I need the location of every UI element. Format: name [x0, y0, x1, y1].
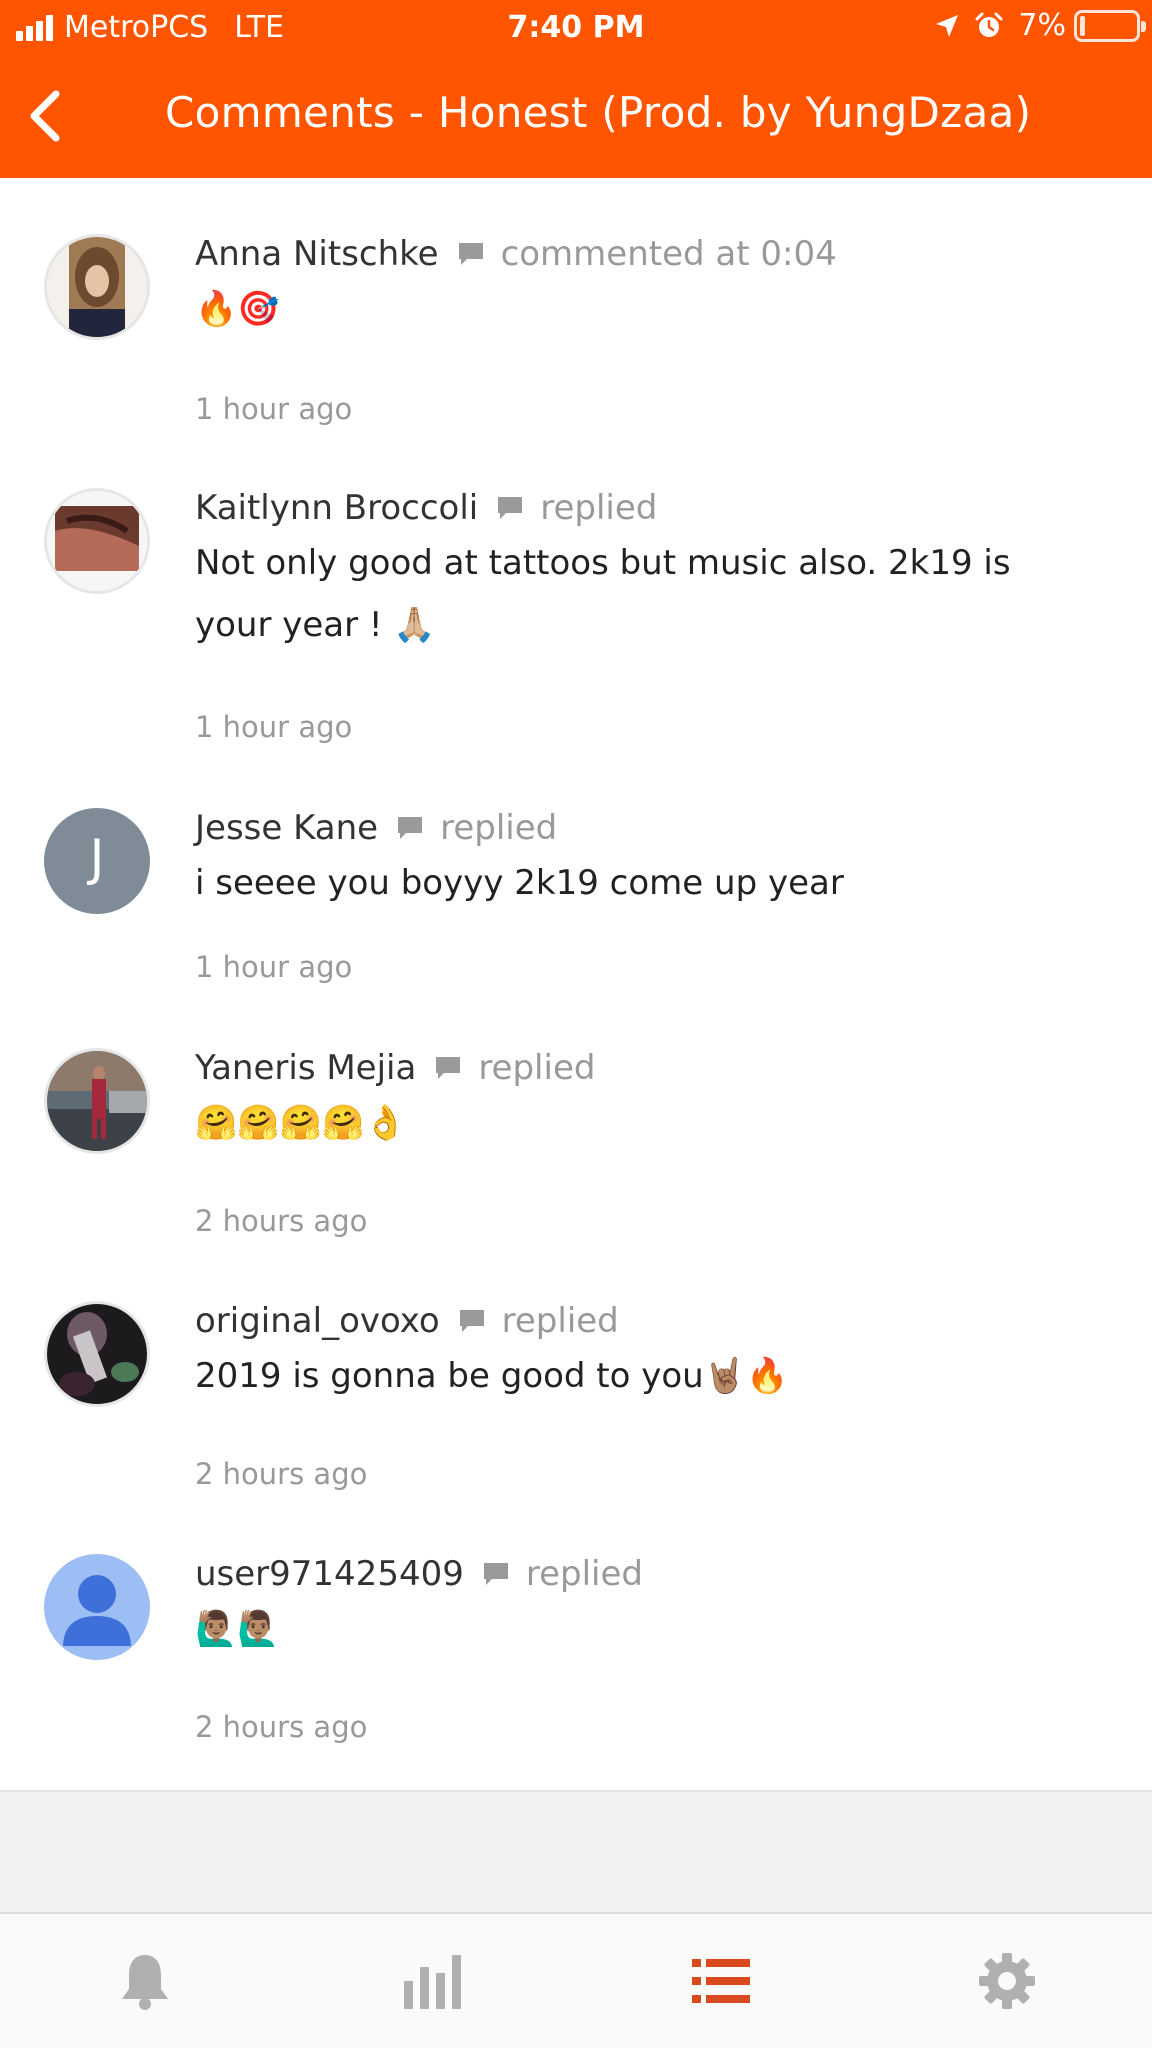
- comment-time: 2 hours ago: [195, 1457, 368, 1491]
- user-photo: [47, 1304, 147, 1404]
- tab-bar: [0, 1912, 1152, 2048]
- app-header: MetroPCS LTE 7:40 PM 7% Comments - Hones…: [0, 0, 1152, 178]
- avatar[interactable]: [44, 1554, 150, 1660]
- tab-notifications[interactable]: [110, 1950, 180, 2012]
- alarm-clock-icon: [974, 11, 1004, 41]
- comment-time: 2 hours ago: [195, 1710, 368, 1744]
- bell-icon: [122, 1955, 168, 2010]
- comment-text: 🙋🏽‍♂️🙋🏽‍♂️: [195, 1609, 280, 1649]
- comment-text: 🤗🤗🤗🤗👌: [195, 1103, 407, 1143]
- comment-action: replied: [540, 488, 658, 528]
- battery-icon: [1074, 9, 1146, 42]
- comment-bubble-icon: [457, 241, 485, 267]
- comment-header: Anna Nitschke commented at 0:04: [195, 234, 1112, 274]
- comment-header: original_ovoxo replied: [195, 1301, 1112, 1341]
- comment-header: Jesse Kane replied: [195, 808, 1112, 848]
- comment-bubble-icon: [434, 1055, 462, 1081]
- comment-action: commented at 0:04: [500, 234, 837, 274]
- chevron-left-icon: [30, 90, 60, 142]
- location-arrow-icon: [934, 13, 960, 39]
- comment-header: user971425409 replied: [195, 1554, 1112, 1594]
- gear-icon: [979, 1953, 1035, 2009]
- comment-bubble-icon: [458, 1308, 486, 1334]
- comment-bubble-icon: [482, 1561, 510, 1587]
- comment-time: 2 hours ago: [195, 1204, 368, 1238]
- default-user-icon: [63, 1575, 131, 1646]
- comment-action: replied: [525, 1554, 643, 1594]
- battery-percent: 7%: [1018, 8, 1066, 43]
- comment-text: 🔥🎯: [195, 289, 280, 329]
- comment-username[interactable]: Anna Nitschke: [195, 234, 439, 274]
- comment-text: Not only good at tattoos but music also.…: [195, 543, 1011, 645]
- comment-action: replied: [501, 1301, 619, 1341]
- comment-text: i seeee you boyyy 2k19 come up year: [195, 863, 844, 903]
- comment-time: 1 hour ago: [195, 392, 353, 426]
- user-photo: [47, 491, 147, 591]
- comment-username[interactable]: Kaitlynn Broccoli: [195, 488, 478, 528]
- comment-header: Yaneris Mejia replied: [195, 1048, 1112, 1088]
- comment-header: Kaitlynn Broccoli replied: [195, 488, 1112, 528]
- comment-bubble-icon: [496, 495, 524, 521]
- comment-time: 1 hour ago: [195, 710, 353, 744]
- avatar[interactable]: [44, 488, 150, 594]
- comment-username[interactable]: original_ovoxo: [195, 1301, 440, 1341]
- back-button[interactable]: [18, 86, 78, 146]
- nav-bar: Comments - Honest (Prod. by YungDzaa): [0, 76, 1152, 156]
- stats-bars-icon: [404, 1955, 461, 2009]
- comment-text: 2019 is gonna be good to you🤘🏽🔥: [195, 1356, 789, 1396]
- avatar[interactable]: [44, 234, 150, 340]
- list-icon: [692, 1959, 750, 2003]
- comment-bubble-icon: [396, 815, 424, 841]
- list-footer: [0, 1792, 1152, 1912]
- user-photo: [47, 1051, 147, 1151]
- tab-stats[interactable]: [398, 1950, 468, 2012]
- comment-time: 1 hour ago: [195, 950, 353, 984]
- page-title: Comments - Honest (Prod. by YungDzaa): [165, 88, 1032, 137]
- avatar[interactable]: [44, 1301, 150, 1407]
- comment-username[interactable]: Jesse Kane: [195, 808, 378, 848]
- comment-action: replied: [440, 808, 558, 848]
- user-photo: [47, 237, 147, 337]
- comment-action: replied: [478, 1048, 596, 1088]
- tab-settings[interactable]: [972, 1950, 1042, 2012]
- avatar[interactable]: [44, 1048, 150, 1154]
- status-right: 7%: [934, 8, 1146, 43]
- comment-username[interactable]: user971425409: [195, 1554, 464, 1594]
- tab-list[interactable]: [686, 1950, 756, 2012]
- avatar[interactable]: J: [44, 808, 150, 914]
- status-bar: MetroPCS LTE 7:40 PM 7%: [0, 0, 1152, 58]
- comment-username[interactable]: Yaneris Mejia: [195, 1048, 416, 1088]
